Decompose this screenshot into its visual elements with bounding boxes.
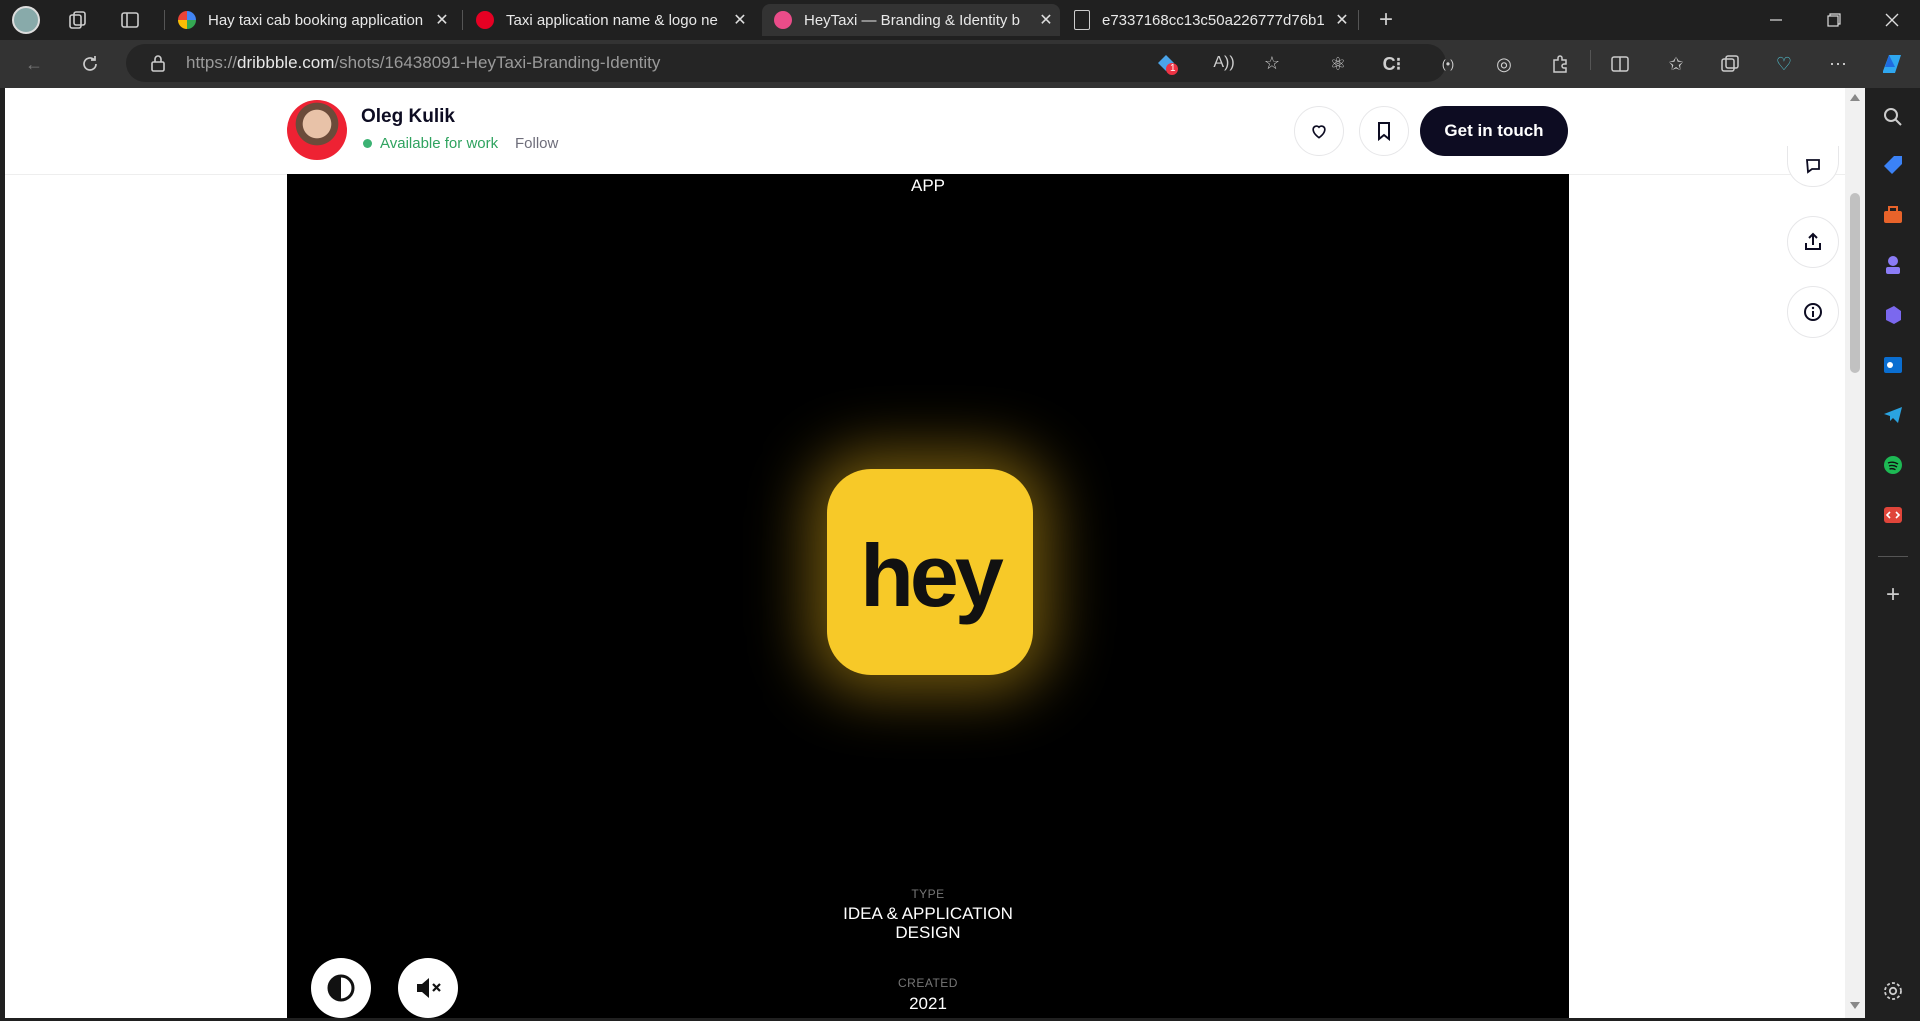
outlook-icon[interactable] xyxy=(1878,350,1908,380)
minimize-icon[interactable] xyxy=(1760,4,1792,36)
scrollbar-thumb[interactable] xyxy=(1850,193,1860,373)
comment-icon xyxy=(1806,159,1820,174)
contrast-toggle-button[interactable] xyxy=(311,958,371,1018)
author-name[interactable]: Oleg Kulik xyxy=(361,106,455,128)
tab-file[interactable]: e7337168cc13c50a226777d76b1 ✕ xyxy=(1062,4,1356,36)
settings-gear-icon[interactable] xyxy=(1878,976,1908,1006)
type-label: TYPE xyxy=(911,887,945,901)
add-icon[interactable]: + xyxy=(1878,580,1908,610)
tab-title: e7337168cc13c50a226777d76b1 xyxy=(1102,11,1325,29)
extension-badge-icon[interactable]: 1 xyxy=(1150,47,1182,79)
created-value: 2021 xyxy=(909,994,947,1013)
navigation-bar: ← https://dribbble.com/shots/16438091-He… xyxy=(0,40,1920,88)
google-icon xyxy=(178,11,196,29)
live-icon[interactable]: (•) xyxy=(1432,48,1464,80)
status-dot-icon xyxy=(363,139,372,148)
css-extension-icon[interactable]: C⁝ xyxy=(1376,48,1408,80)
bookmark-icon xyxy=(1378,122,1390,141)
games-icon[interactable] xyxy=(1878,250,1908,280)
search-icon[interactable] xyxy=(1878,102,1908,132)
page-viewport: Oleg Kulik Available for work Follow Get… xyxy=(5,88,1865,1018)
info-button[interactable] xyxy=(1787,286,1839,338)
close-icon[interactable]: ✕ xyxy=(1032,10,1060,30)
new-tab-icon[interactable]: + xyxy=(1370,4,1402,36)
tab-title: HeyTaxi — Branding & Identity b xyxy=(804,11,1020,29)
mute-toggle-button[interactable] xyxy=(398,958,458,1018)
availability-status: Available for work xyxy=(363,135,498,152)
address-bar[interactable]: https://dribbble.com/shots/16438091-HeyT… xyxy=(126,44,1446,82)
share-button[interactable] xyxy=(1787,216,1839,268)
workspaces-icon[interactable] xyxy=(62,4,94,36)
logo-text: hey xyxy=(860,526,1004,625)
close-icon[interactable]: ✕ xyxy=(428,10,456,30)
more-options-icon[interactable]: ⋯ xyxy=(1822,48,1854,80)
scrollbar[interactable] xyxy=(1845,88,1865,1018)
profile-icon[interactable] xyxy=(10,4,42,36)
scroll-down-icon[interactable] xyxy=(1850,1002,1860,1009)
close-icon[interactable]: ✕ xyxy=(1328,10,1356,30)
copilot-icon[interactable] xyxy=(1876,48,1908,80)
url-prefix: https:// xyxy=(186,53,238,72)
type-value-line1: IDEA & APPLICATION xyxy=(843,904,1013,923)
target-icon[interactable]: ◎ xyxy=(1488,48,1520,80)
tab-pinterest[interactable]: Taxi application name & logo ne ✕ xyxy=(464,4,754,36)
extensions-icon[interactable] xyxy=(1544,48,1576,80)
file-icon xyxy=(1074,10,1090,30)
comment-button[interactable] xyxy=(1787,146,1839,187)
split-screen-icon[interactable] xyxy=(1604,48,1636,80)
like-button[interactable] xyxy=(1294,106,1344,156)
type-value-line2: DESIGN xyxy=(895,923,961,942)
favorites-icon[interactable]: ✩ xyxy=(1660,48,1692,80)
spotify-icon[interactable] xyxy=(1878,450,1908,480)
scroll-up-icon[interactable] xyxy=(1850,94,1860,101)
info-icon xyxy=(1804,303,1822,321)
telegram-icon[interactable] xyxy=(1878,400,1908,430)
tab-title: Hay taxi cab booking application xyxy=(208,11,424,29)
favorite-star-icon[interactable]: ☆ xyxy=(1256,47,1288,79)
shot-image: APP hey TYPE IDEA & APPLICATION DESIGN C… xyxy=(287,174,1569,1018)
lock-icon[interactable] xyxy=(142,47,174,79)
badge-count: 1 xyxy=(1170,63,1176,74)
tab-title: Taxi application name & logo ne xyxy=(506,11,718,29)
edge-sidebar: + xyxy=(1866,88,1920,1021)
heart-icon xyxy=(1312,125,1326,139)
pinterest-icon xyxy=(476,11,494,29)
contrast-icon xyxy=(327,974,355,1002)
tab-heytaxi[interactable]: HeyTaxi — Branding & Identity b ✕ xyxy=(762,4,1060,36)
close-window-icon[interactable] xyxy=(1876,4,1908,36)
share-icon xyxy=(1805,232,1821,250)
collections-icon[interactable] xyxy=(1714,48,1746,80)
tools-icon[interactable] xyxy=(1878,200,1908,230)
get-in-touch-button[interactable]: Get in touch xyxy=(1420,106,1568,156)
tab-hay-taxi[interactable]: Hay taxi cab booking application ✕ xyxy=(166,4,456,36)
url-path: /shots/16438091-HeyTaxi-Branding-Identit… xyxy=(334,53,661,72)
availability-text: Available for work xyxy=(380,135,499,152)
restore-icon[interactable] xyxy=(1818,4,1850,36)
refresh-icon[interactable] xyxy=(74,48,106,80)
read-aloud-icon[interactable]: A)) xyxy=(1208,47,1240,79)
health-icon[interactable]: ♡ xyxy=(1768,48,1800,80)
code-icon[interactable] xyxy=(1878,500,1908,530)
hey-app-logo: hey xyxy=(827,469,1033,675)
microsoft-365-icon[interactable] xyxy=(1878,300,1908,330)
follow-button[interactable]: Follow xyxy=(515,135,558,152)
save-button[interactable] xyxy=(1359,106,1409,156)
created-label: CREATED xyxy=(898,976,958,990)
url-text[interactable]: https://dribbble.com/shots/16438091-HeyT… xyxy=(186,44,660,82)
tab-strip: Hay taxi cab booking application ✕ Taxi … xyxy=(0,0,1920,40)
avatar[interactable] xyxy=(287,100,347,160)
back-icon[interactable]: ← xyxy=(18,48,50,80)
muted-speaker-icon xyxy=(417,978,441,998)
tab-actions-icon[interactable] xyxy=(114,4,146,36)
url-domain: dribbble.com xyxy=(237,53,335,72)
shot-header: Oleg Kulik Available for work Follow Get… xyxy=(5,88,1845,175)
shot-top-label: APP xyxy=(910,176,946,195)
shopping-tag-icon[interactable] xyxy=(1878,150,1908,180)
react-devtools-icon[interactable]: ⚛ xyxy=(1322,48,1354,80)
dribbble-icon xyxy=(774,11,792,29)
close-icon[interactable]: ✕ xyxy=(726,10,754,30)
